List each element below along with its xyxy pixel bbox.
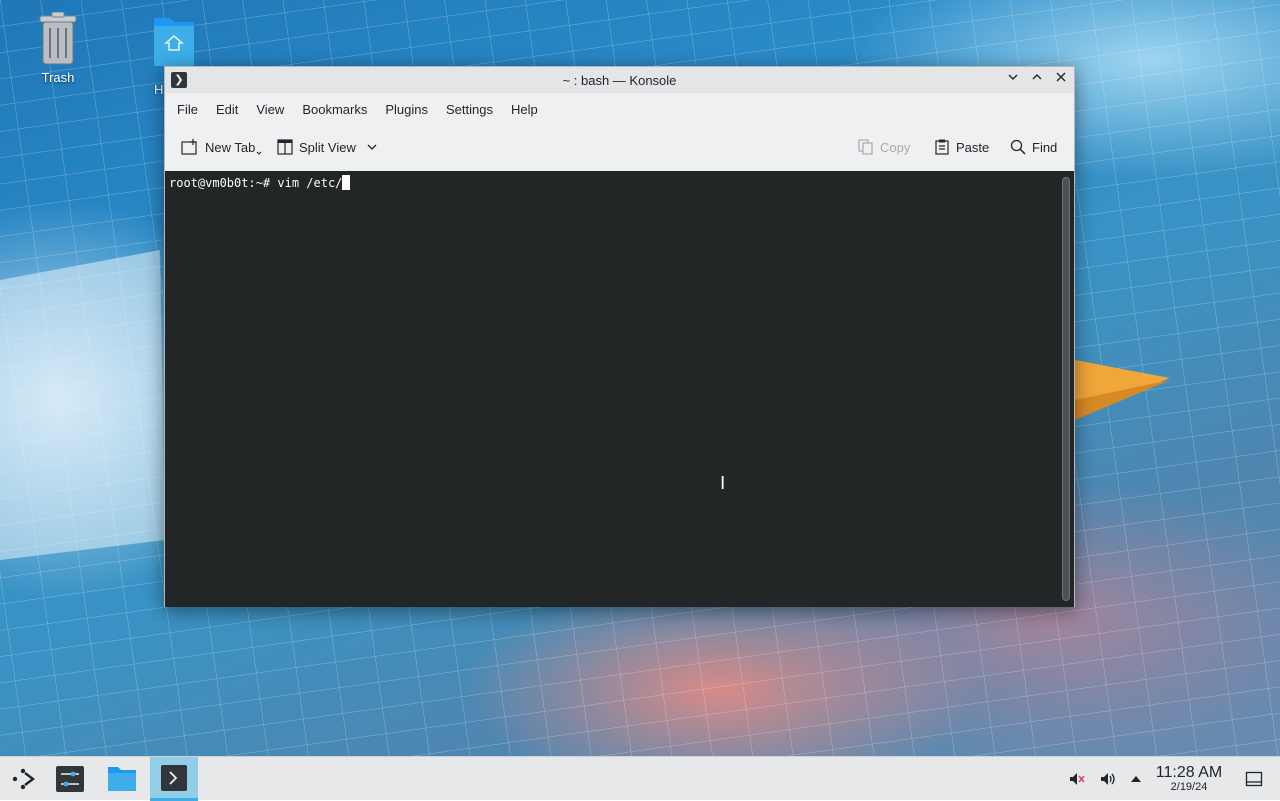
clock-time: 11:28 AM <box>1155 764 1223 781</box>
paste-icon <box>935 139 949 155</box>
close-icon <box>1056 72 1066 82</box>
shell-command: vim /etc/ <box>277 176 343 190</box>
application-launcher-button[interactable] <box>0 757 48 801</box>
terminal-scrollbar[interactable] <box>1062 177 1070 601</box>
konsole-window: ❯ ~ : bash — Konsole File Edit View Book… <box>164 66 1075 607</box>
find-button[interactable]: Find <box>1010 136 1057 158</box>
trash-icon <box>39 12 77 65</box>
menu-file[interactable]: File <box>169 102 206 117</box>
title-bar[interactable]: ❯ ~ : bash — Konsole <box>165 67 1074 93</box>
menu-view[interactable]: View <box>248 102 292 117</box>
system-settings-task[interactable] <box>46 757 94 801</box>
konsole-task[interactable] <box>150 757 198 801</box>
menu-bookmarks[interactable]: Bookmarks <box>294 102 375 117</box>
show-desktop-button[interactable] <box>1242 757 1266 801</box>
split-view-icon <box>277 139 293 155</box>
minimize-icon <box>1008 74 1018 80</box>
desktop-icon-trash[interactable]: Trash <box>18 12 98 85</box>
system-settings-icon <box>56 766 84 792</box>
maximize-icon <box>1032 74 1042 80</box>
home-folder-icon <box>154 18 194 66</box>
microphone-muted-button[interactable] <box>1066 757 1088 801</box>
chevron-down-icon[interactable] <box>366 141 378 153</box>
toolbar: New Tab Split View Copy Paste Find <box>165 125 1074 169</box>
chevron-down-icon <box>256 151 262 155</box>
find-label: Find <box>1032 139 1058 155</box>
text-cursor <box>342 175 351 190</box>
menu-edit[interactable]: Edit <box>208 102 246 117</box>
menu-plugins[interactable]: Plugins <box>377 102 436 117</box>
terminal-line: root@vm0b0t:~# vim /etc/ <box>169 175 351 190</box>
copy-icon <box>858 139 873 155</box>
muted-microphone-icon <box>1070 773 1085 785</box>
desktop-icon-label: Trash <box>41 70 75 85</box>
show-desktop-icon <box>1245 771 1263 787</box>
application-launcher-icon <box>12 768 35 790</box>
minimize-button[interactable] <box>1004 71 1022 89</box>
desktop-icon-label: H <box>154 82 164 97</box>
volume-icon <box>1101 773 1115 785</box>
menu-help[interactable]: Help <box>503 102 546 117</box>
volume-button[interactable] <box>1097 757 1119 801</box>
menu-bar: File Edit View Bookmarks Plugins Setting… <box>165 93 1074 125</box>
copy-button[interactable]: Copy <box>858 136 910 158</box>
shell-prompt: root@vm0b0t:~# <box>169 176 278 190</box>
menu-settings[interactable]: Settings <box>438 102 501 117</box>
konsole-icon <box>161 764 187 791</box>
digital-clock[interactable]: 11:28 AM 2/19/24 <box>1150 764 1228 793</box>
search-icon <box>1010 139 1026 155</box>
tray-expand-icon <box>1131 776 1141 782</box>
clock-date: 2/19/24 <box>1170 781 1208 793</box>
maximize-button[interactable] <box>1028 71 1046 89</box>
split-view-label: Split View <box>299 139 356 155</box>
new-tab-label: New Tab <box>205 139 256 155</box>
terminal-view[interactable]: root@vm0b0t:~# vim /etc/ I <box>165 171 1074 607</box>
paste-label: Paste <box>956 139 990 155</box>
file-manager-icon <box>108 767 136 791</box>
copy-label: Copy <box>880 139 911 155</box>
new-tab-icon <box>181 139 197 155</box>
split-view-button[interactable]: Split View <box>277 136 378 158</box>
desktop-icon-home[interactable]: H <box>134 12 214 97</box>
taskbar: 11:28 AM 2/19/24 <box>0 756 1280 801</box>
close-button[interactable] <box>1052 71 1070 89</box>
window-title: ~ : bash — Konsole <box>562 73 677 88</box>
mouse-ibeam-cursor: I <box>720 473 726 494</box>
file-manager-task[interactable] <box>98 757 146 801</box>
paste-button[interactable]: Paste <box>934 136 989 158</box>
system-tray-expand-button[interactable] <box>1126 757 1146 801</box>
new-tab-button[interactable]: New Tab <box>181 136 262 158</box>
